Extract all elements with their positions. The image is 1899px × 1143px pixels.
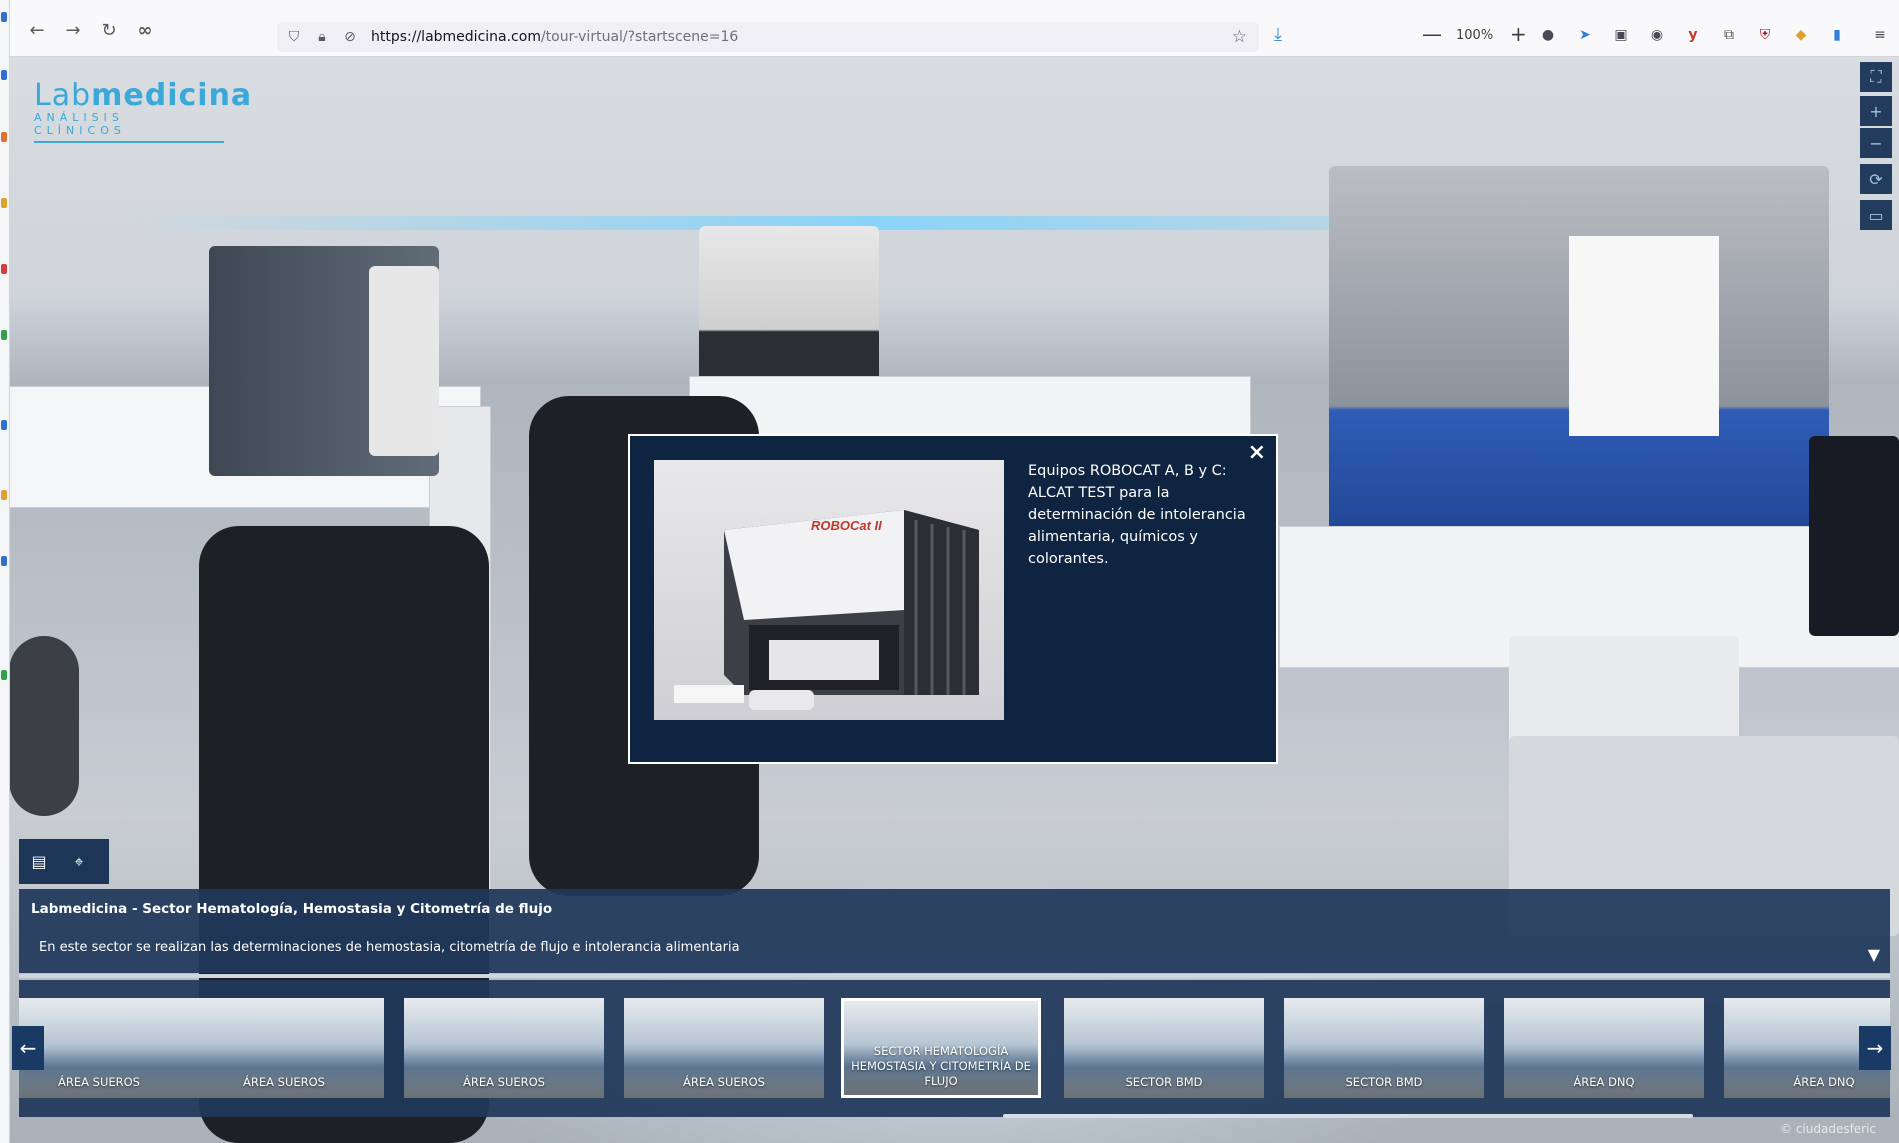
back-button[interactable]: ← <box>25 18 49 42</box>
thumbnail-shade <box>19 1048 199 1098</box>
scene-thumbnail[interactable]: ÁREA DNQ <box>1504 998 1704 1098</box>
thumbnail-scrollbar[interactable] <box>1003 1114 1693 1118</box>
url-text[interactable]: https://labmedicina.com/tour-virtual/?st… <box>371 29 738 45</box>
gallery-icon: ▤ <box>31 852 47 871</box>
analyzer-left-side <box>369 266 439 456</box>
scene-thumbnail[interactable]: ÁREA SUEROS <box>624 998 824 1098</box>
zoom-out-icon: − <box>1869 133 1883 153</box>
vr-button[interactable]: ▭ <box>1860 200 1892 230</box>
prev-scene-button[interactable]: ← <box>12 1026 44 1070</box>
scene-thumbnail[interactable]: SECTOR BMD <box>1064 998 1264 1098</box>
tape-dispenser <box>9 636 79 816</box>
reload-icon: ↻ <box>101 19 117 41</box>
scene-title: Labmedicina - Sector Hematología, Hemost… <box>31 901 553 917</box>
watermark: © ciudadesferic <box>1780 1122 1877 1136</box>
download-icon[interactable]: ⤓ <box>1274 24 1282 45</box>
thumbnail-shade <box>184 1048 384 1098</box>
browser-toolbar: ← → ↻ ∞ ⛉ 🔒︎ ⊘ https://labmedicina.com/t… <box>9 0 1899 57</box>
menu-icon[interactable]: ≡ <box>1871 26 1889 44</box>
translate-extension-icon[interactable]: ◆ <box>1792 26 1810 44</box>
zoom-in-control[interactable]: + <box>1860 96 1892 126</box>
url-host: https://labmedicina.com <box>371 29 541 45</box>
permissions-icon[interactable]: ⊘ <box>339 29 361 45</box>
scene-thumbnail-strip: ÁREA SUEROS ÁREA SUEROS ÁREA SUEROS ÁREA SU… <box>19 980 1890 1117</box>
thumbnail-shade <box>1284 1048 1484 1098</box>
arrow-left-icon: ← <box>19 1036 37 1060</box>
logo-lab: Lab <box>34 78 92 113</box>
bookmark-star-icon[interactable]: ☆ <box>1232 27 1247 47</box>
arrow-right-icon: → <box>65 19 81 41</box>
zoom-level[interactable]: 100% <box>1456 28 1493 43</box>
robocat-image: ROBOCat II <box>654 460 1004 720</box>
tour-tools: ▤ ⌖ <box>19 839 109 884</box>
scene-info-bar: Labmedicina - Sector Hematología, Hemost… <box>19 889 1890 973</box>
robocat-illustration: ROBOCat II <box>674 510 979 710</box>
hotspot-info-modal: × ROBOCat II Equipos ROBOCAT A, B y C: A… <box>628 434 1278 764</box>
scene-thumbnail-active[interactable]: SECTOR HEMATOLOGÍA HEMOSTASIA Y CITOMETR… <box>841 998 1041 1098</box>
site-logo[interactable]: Labmedicina ANÁLISIS CLÍNICOS <box>34 78 252 143</box>
scene-thumbnail[interactable]: SECTOR BMD <box>1284 998 1484 1098</box>
account-icon[interactable]: ◉ <box>1648 26 1666 44</box>
puzzle-extension-icon[interactable]: ⧉ <box>1720 26 1738 44</box>
map-button[interactable]: ⌖ <box>59 839 99 884</box>
arrow-right-icon: → <box>1866 1036 1884 1060</box>
address-bar[interactable]: ⛉ 🔒︎ ⊘ https://labmedicina.com/tour-virt… <box>277 22 1259 52</box>
thumbnail-label: ÁREA SUEROS <box>58 1075 140 1089</box>
thumbnail-label: ÁREA SUEROS <box>243 1075 325 1089</box>
thumbnail-label: SECTOR HEMATOLOGÍA HEMOSTASIA Y CITOMETR… <box>851 1044 1031 1088</box>
next-scene-button[interactable]: → <box>1859 1026 1891 1070</box>
mask-icon: ∞ <box>137 19 153 41</box>
robocat-brand-label: ROBOCat II <box>811 518 882 533</box>
lock-icon[interactable]: 🔒︎ <box>311 29 333 45</box>
thumbnail-label: SECTOR BMD <box>1125 1075 1203 1089</box>
thumbnail-shade <box>1504 1048 1704 1098</box>
zoom-out-button[interactable]: — <box>1422 22 1442 46</box>
ublock-icon[interactable]: ⛨ <box>1756 26 1774 44</box>
shield-icon[interactable]: ⛉ <box>283 29 305 45</box>
zoom-in-icon: + <box>1869 101 1883 121</box>
zoom-out-control[interactable]: − <box>1860 128 1892 158</box>
scene-thumbnail[interactable]: ÁREA SUEROS <box>404 998 604 1098</box>
fullscreen-icon: ⛶ <box>1870 67 1882 86</box>
paper-sheet <box>1569 236 1719 436</box>
scene-description: En este sector se realizan las determina… <box>39 940 740 955</box>
monitor <box>1809 436 1899 636</box>
gallery-button[interactable]: ▤ <box>19 839 59 884</box>
thumbnail-label: ÁREA DNQ <box>1573 1075 1635 1089</box>
thumbnail-shade <box>1064 1048 1264 1098</box>
vr-icon: ▭ <box>1868 205 1884 225</box>
forward-button[interactable]: → <box>61 18 85 42</box>
collapse-chevron-icon[interactable]: ▼ <box>1868 945 1880 964</box>
scene-divider <box>19 974 1890 978</box>
thumbnail-shade <box>404 1048 604 1098</box>
thumbnail-label: ÁREA SUEROS <box>683 1075 765 1089</box>
yd-extension-icon[interactable]: y <box>1684 26 1702 44</box>
rotate-button[interactable]: ⟳ <box>1860 164 1892 194</box>
scene-thumbnail[interactable]: ÁREA SUEROS <box>184 998 384 1098</box>
logo-tagline: ANÁLISIS CLÍNICOS <box>34 111 224 143</box>
thumbnail-label: SECTOR BMD <box>1345 1075 1423 1089</box>
zoom-in-button[interactable]: + <box>1510 22 1527 46</box>
logo-medicina: medicina <box>91 78 253 113</box>
os-taskbar-strip <box>0 0 10 1143</box>
url-path: /tour-virtual/?startscene=16 <box>540 29 739 45</box>
image-extension-icon[interactable]: ▣ <box>1612 26 1630 44</box>
scene-thumbnail[interactable]: ÁREA SUEROS <box>19 998 199 1098</box>
private-mode-indicator: ∞ <box>133 18 157 42</box>
cursor-extension-icon[interactable]: ➤ <box>1576 26 1594 44</box>
logo-wordmark: Labmedicina <box>34 78 252 113</box>
reload-button[interactable]: ↻ <box>97 18 121 42</box>
thumbnail-label: ÁREA SUEROS <box>463 1075 545 1089</box>
thumbnail-shade <box>624 1048 824 1098</box>
extension-icon[interactable]: ● <box>1539 26 1557 44</box>
modal-description: Equipos ROBOCAT A, B y C: ALCAT TEST par… <box>1028 463 1246 567</box>
fullscreen-button[interactable]: ⛶ <box>1860 62 1892 92</box>
sidebar-extension-icon[interactable]: ▮ <box>1828 26 1846 44</box>
rotate-icon: ⟳ <box>1869 169 1883 189</box>
thumbnail-label: ÁREA DNQ <box>1793 1075 1855 1089</box>
map-icon: ⌖ <box>74 851 84 871</box>
arrow-left-icon: ← <box>29 19 45 41</box>
